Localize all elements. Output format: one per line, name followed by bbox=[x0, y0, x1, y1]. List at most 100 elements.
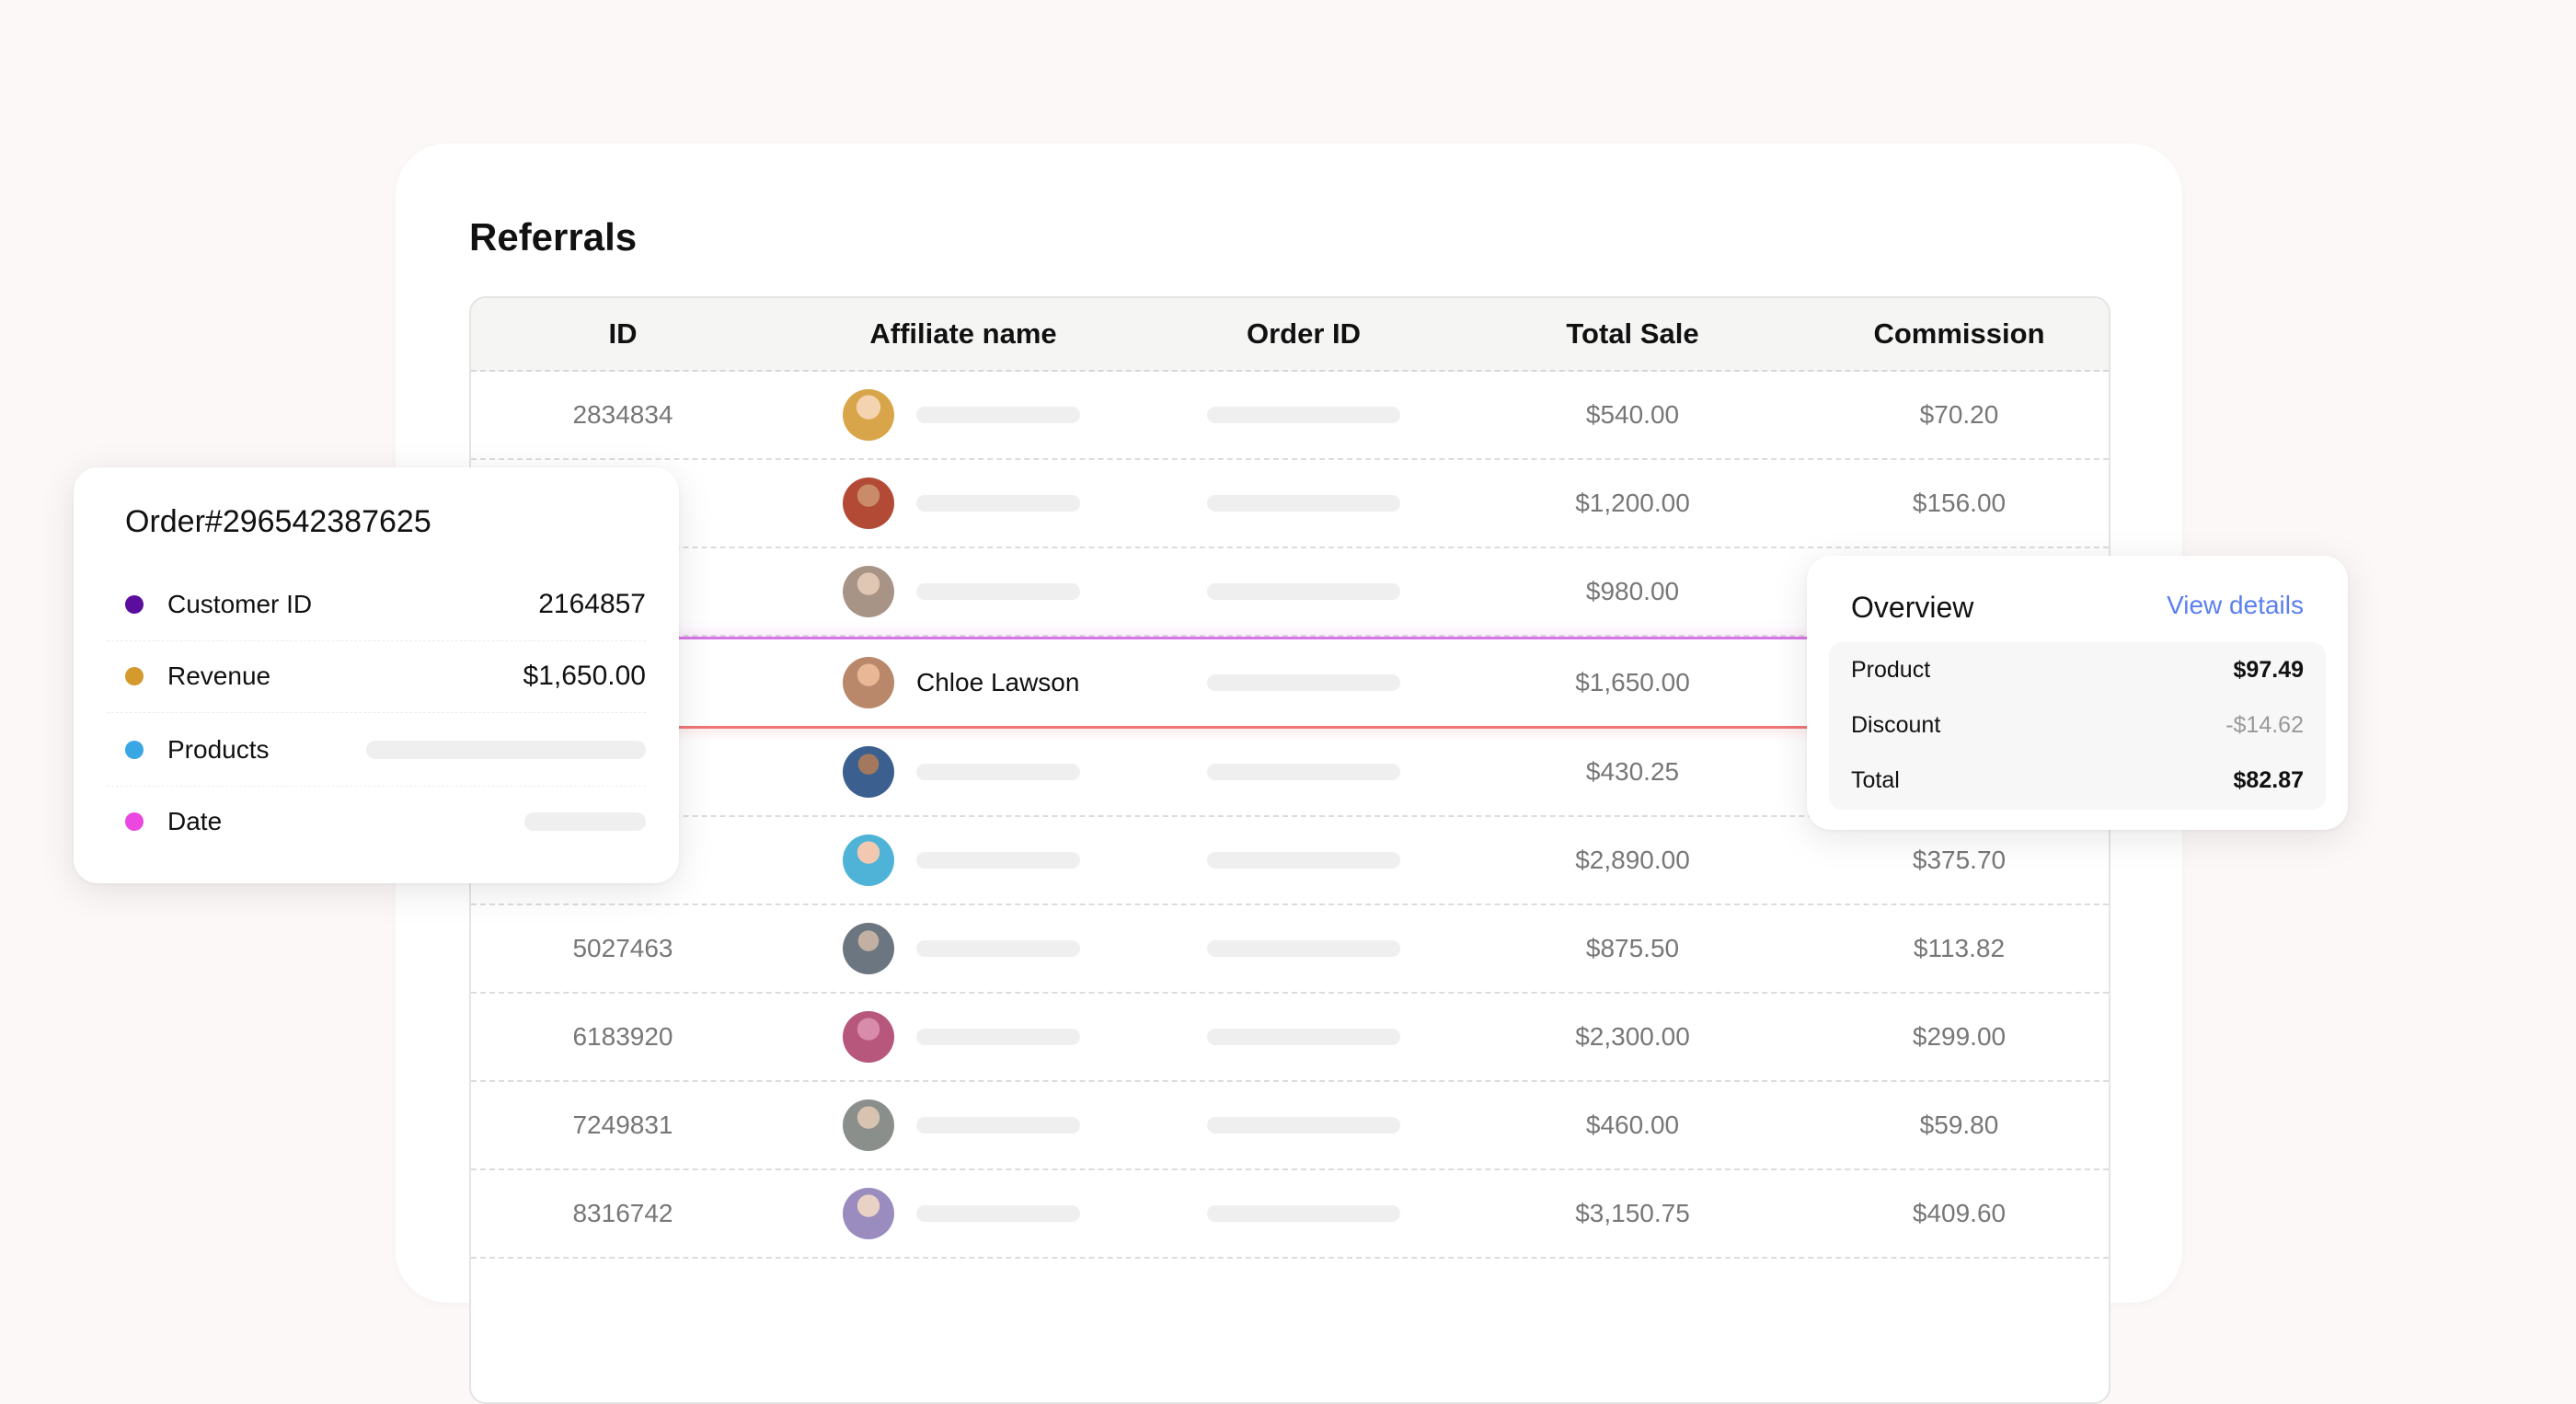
table-row[interactable]: 7249831 $460.00 $59.80 bbox=[471, 1082, 2109, 1170]
table-header: ID Affiliate name Order ID Total Sale Co… bbox=[471, 298, 2109, 372]
row-total-sale: $980.00 bbox=[1585, 577, 1680, 605]
order-id-placeholder bbox=[1207, 1117, 1400, 1134]
row-total-sale: $540.00 bbox=[1585, 400, 1680, 429]
row-total-sale: $3,150.75 bbox=[1575, 1199, 1690, 1227]
overview-row-product: Product $97.49 bbox=[1829, 642, 2326, 697]
affiliate-name-placeholder bbox=[916, 1117, 1080, 1134]
table-row[interactable]: 8316742 $3,150.75 $409.60 bbox=[471, 1170, 2109, 1259]
affiliate-cell bbox=[843, 548, 1080, 635]
order-id-placeholder bbox=[1207, 852, 1400, 869]
overview-row-value: -$14.62 bbox=[2225, 711, 2304, 738]
row-commission: $70.20 bbox=[1919, 400, 1999, 429]
affiliate-cell bbox=[843, 1082, 1080, 1168]
overview-row-discount: Discount -$14.62 bbox=[1829, 697, 2326, 753]
row-total-sale: $460.00 bbox=[1585, 1111, 1680, 1139]
avatar bbox=[843, 1099, 894, 1151]
row-commission: $299.00 bbox=[1912, 1022, 2007, 1051]
legend-dot bbox=[125, 667, 144, 685]
avatar bbox=[843, 1188, 894, 1239]
view-details-link[interactable]: View details bbox=[2167, 591, 2304, 620]
row-commission: $375.70 bbox=[1912, 846, 2007, 874]
avatar bbox=[843, 478, 894, 529]
avatar bbox=[843, 923, 894, 974]
order-row-value: 2164857 bbox=[538, 589, 646, 619]
overview-popup: Overview View details Product $97.49 Dis… bbox=[1807, 556, 2348, 830]
order-id-placeholder bbox=[1207, 1029, 1400, 1045]
overview-row-value: $82.87 bbox=[2233, 766, 2304, 793]
avatar bbox=[843, 657, 894, 708]
table-row[interactable]: 5027463 $875.50 $113.82 bbox=[471, 905, 2109, 994]
legend-dot bbox=[125, 741, 144, 759]
affiliate-cell bbox=[843, 905, 1080, 992]
legend-dot bbox=[125, 812, 144, 831]
row-commission: $113.82 bbox=[1913, 934, 2006, 962]
affiliate-cell: Chloe Lawson bbox=[843, 639, 1079, 726]
row-total-sale: $2,300.00 bbox=[1575, 1022, 1690, 1051]
header-id[interactable]: ID bbox=[471, 317, 775, 351]
affiliate-name-placeholder bbox=[916, 407, 1080, 423]
row-id: 2834834 bbox=[572, 400, 673, 429]
order-id-placeholder bbox=[1207, 940, 1400, 957]
row-total-sale: $1,650.00 bbox=[1575, 668, 1690, 696]
overview-summary: Product $97.49 Discount -$14.62 Total $8… bbox=[1829, 642, 2326, 810]
affiliate-name-placeholder bbox=[916, 940, 1080, 957]
overview-title: Overview bbox=[1851, 591, 1974, 624]
order-row-label: Products bbox=[167, 735, 270, 764]
order-id-placeholder bbox=[1207, 674, 1400, 691]
affiliate-cell bbox=[843, 372, 1080, 458]
header-total-sale[interactable]: Total Sale bbox=[1455, 317, 1810, 351]
header-affiliate-name[interactable]: Affiliate name bbox=[775, 317, 1152, 351]
avatar bbox=[843, 389, 894, 441]
affiliate-cell bbox=[843, 460, 1080, 547]
affiliate-name-placeholder bbox=[916, 764, 1080, 780]
table-row[interactable]: 2834834 $540.00 $70.20 bbox=[471, 372, 2109, 460]
affiliate-name: Chloe Lawson bbox=[916, 668, 1080, 696]
affiliate-name-placeholder bbox=[916, 583, 1080, 600]
row-id: 8316742 bbox=[572, 1199, 673, 1227]
affiliate-cell bbox=[843, 1170, 1080, 1257]
avatar bbox=[843, 1011, 894, 1063]
row-id: 5027463 bbox=[572, 934, 673, 962]
overview-row-value: $97.49 bbox=[2233, 656, 2304, 683]
row-total-sale: $1,200.00 bbox=[1575, 489, 1690, 517]
avatar bbox=[843, 566, 894, 617]
overview-row-label: Product bbox=[1851, 656, 1931, 683]
row-id: 6183920 bbox=[572, 1022, 673, 1051]
row-commission: $409.60 bbox=[1912, 1199, 2007, 1227]
order-row-products: Products bbox=[107, 714, 646, 787]
order-row-value: $1,650.00 bbox=[523, 661, 646, 691]
affiliate-cell bbox=[843, 817, 1080, 903]
order-id-placeholder bbox=[1207, 1205, 1400, 1222]
affiliate-name-placeholder bbox=[916, 1205, 1080, 1222]
order-row-label: Revenue bbox=[167, 662, 271, 690]
overview-row-total: Total $82.87 bbox=[1829, 753, 2326, 808]
date-placeholder bbox=[524, 812, 646, 831]
header-order-id[interactable]: Order ID bbox=[1152, 317, 1455, 351]
order-id-placeholder bbox=[1207, 583, 1400, 600]
row-id: 7249831 bbox=[572, 1111, 673, 1139]
order-details-popup: Order#296542387625 Customer ID 2164857 R… bbox=[74, 467, 679, 883]
header-commission[interactable]: Commission bbox=[1810, 317, 2109, 351]
page-title: Referrals bbox=[469, 215, 638, 259]
avatar bbox=[843, 834, 894, 886]
row-commission: $59.80 bbox=[1919, 1111, 1999, 1139]
row-total-sale: $2,890.00 bbox=[1575, 846, 1690, 874]
table-row[interactable]: 6183920 $2,300.00 $299.00 bbox=[471, 994, 2109, 1082]
table-row[interactable]: $1,200.00 $156.00 bbox=[471, 460, 2109, 548]
order-row-customer-id: Customer ID 2164857 bbox=[107, 569, 646, 641]
order-row-label: Customer ID bbox=[167, 590, 313, 618]
order-row-date: Date bbox=[107, 786, 646, 857]
affiliate-name-placeholder bbox=[916, 1029, 1080, 1045]
table-row[interactable]: $2,890.00 $375.70 bbox=[471, 817, 2109, 905]
avatar bbox=[843, 746, 894, 798]
affiliate-cell bbox=[843, 994, 1080, 1080]
overview-row-label: Total bbox=[1851, 766, 1900, 793]
affiliate-cell bbox=[843, 729, 1080, 815]
order-row-label: Date bbox=[167, 807, 223, 835]
order-row-revenue: Revenue $1,650.00 bbox=[107, 640, 646, 713]
affiliate-name-placeholder bbox=[916, 495, 1080, 512]
order-id-placeholder bbox=[1207, 407, 1400, 423]
legend-dot bbox=[125, 595, 144, 614]
overview-row-label: Discount bbox=[1851, 711, 1941, 738]
row-commission: $156.00 bbox=[1912, 489, 2007, 517]
